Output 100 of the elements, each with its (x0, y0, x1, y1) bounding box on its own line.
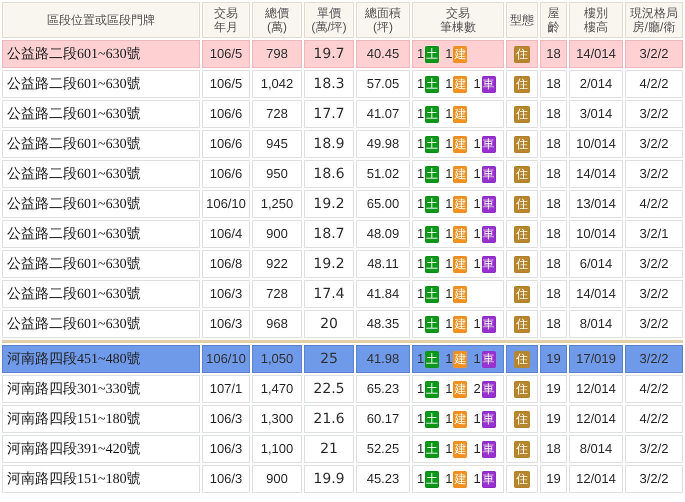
parcel-count: 1 (445, 315, 452, 334)
parcel-count: 1 (417, 285, 424, 304)
table-cell: 18 (540, 220, 567, 248)
table-cell: 18 (540, 70, 567, 98)
table-cell: 728 (252, 100, 302, 128)
type-badge: 住 (514, 166, 530, 184)
parcel-count: 1 (417, 350, 424, 368)
parcel-count: 1 (445, 350, 452, 368)
table-cell: 18.3 (304, 70, 354, 98)
table-row[interactable]: 河南路四段391~420號 106/3 1,100 21 52.25 1土 1 建 1車 住 18 8/014 3/2/2 (2, 435, 683, 463)
column-label: 交易 (213, 6, 239, 20)
table-row[interactable]: 公益路二段601~630號 106/6 945 18.9 49.98 1土 1 建 1車 住 18 10/014 3/2/2 (2, 130, 683, 158)
parcel-count: 1 (473, 75, 481, 94)
table-cell: 19 (540, 375, 567, 403)
parcel-badge: 車 (482, 411, 496, 428)
table-cell: 3/2/2 (625, 345, 683, 373)
type-badge: 住 (514, 136, 530, 154)
parcel-count: 1 (417, 255, 424, 274)
table-row[interactable]: 公益路二段601~630號 106/3 728 17.4 41.84 1土 1 建 住 18 14/014 3/2/2 (2, 280, 683, 308)
table-cell: 3/014 (569, 100, 623, 128)
parcel-count: 1 (445, 285, 452, 304)
column-label: (萬/坪) (310, 20, 348, 34)
type-badge: 住 (514, 256, 530, 274)
table-cell: 18 (540, 100, 567, 128)
table-row[interactable]: 公益路二段601~630號 106/3 968 20 48.35 1土 1 建 1車 住 18 8/014 3/2/2 (2, 310, 683, 338)
table-row[interactable]: 公益路二段601~630號 106/10 1,250 19.2 65.00 1土 1 建 1車 住 18 13/014 4/2/2 (2, 190, 683, 218)
table-cell: 8/014 (569, 310, 623, 338)
parcel-count: 1 (473, 165, 481, 184)
parcel-badge: 土 (425, 381, 440, 398)
column-label: 屋 (546, 6, 560, 20)
table-cell: 950 (252, 160, 302, 188)
column-label: 交易 (445, 6, 471, 20)
table-cell: 3/2/2 (625, 40, 683, 68)
parcel-badge: 土 (425, 166, 440, 184)
table-row[interactable]: 公益路二段601~630號 106/4 900 18.7 48.09 1土 1 建 1車 住 18 10/014 3/2/1 (2, 220, 683, 248)
table-cell: 19.9 (304, 465, 354, 493)
parcel-badge: 建 (453, 46, 468, 64)
address-cell: 公益路二段601~630號 (2, 100, 200, 128)
type-badge: 住 (514, 411, 530, 428)
table-row[interactable]: 公益路二段601~630號 106/8 922 19.2 48.11 1土 1 建 1車 住 18 6/014 3/2/2 (2, 250, 683, 278)
parcel-count: 1 (445, 225, 452, 244)
table-cell: 106/3 (202, 310, 250, 338)
table-cell: 1,100 (252, 435, 302, 463)
type-badge: 住 (514, 316, 530, 334)
parcel-badge: 車 (482, 226, 496, 244)
column-label: 單價 (316, 6, 342, 20)
parcel-count: 1 (445, 75, 452, 94)
type-badge: 住 (514, 196, 530, 214)
parcel-badge: 建 (453, 256, 468, 274)
table-cell: 900 (252, 220, 302, 248)
address-cell: 河南路四段151~180號 (2, 465, 200, 493)
parcel-badge: 建 (453, 226, 468, 244)
column-label: (坪) (372, 20, 394, 34)
parcel-count: 1 (445, 165, 452, 184)
table-cell: 945 (252, 130, 302, 158)
parcel-badge: 土 (425, 256, 440, 274)
parcel-count: 1 (445, 135, 452, 154)
parcel-badge: 車 (482, 471, 496, 488)
type-badge: 住 (514, 351, 530, 368)
parcel-badge: 建 (453, 136, 468, 154)
parcel-badge: 車 (482, 441, 496, 458)
table-cell: 3/2/2 (625, 160, 683, 188)
table-cell: 107/1 (202, 375, 250, 403)
table-row[interactable]: 公益路二段601~630號 106/6 728 17.7 41.07 1土 1 建 住 18 3/014 3/2/2 (2, 100, 683, 128)
type-badge: 住 (514, 441, 530, 458)
table-cell: 49.98 (356, 130, 410, 158)
table-cell: 798 (252, 40, 302, 68)
table-row[interactable]: 河南路四段151~180號 106/3 1,300 21.6 60.17 1土 1 建 1車 住 19 12/014 4/2/2 (2, 405, 683, 433)
table-row[interactable]: 河南路四段301~330號 107/1 1,470 22.5 65.23 1土 1 建 2車 住 19 12/014 4/2/2 (2, 375, 683, 403)
parcel-badge: 車 (482, 136, 496, 154)
parcel-count: 1 (473, 255, 481, 274)
column-label: 年月 (213, 20, 239, 34)
parcel-count: 1 (473, 195, 481, 214)
parcel-count: 1 (473, 315, 481, 334)
table-cell: 106/10 (202, 190, 250, 218)
table-cell: 3/2/2 (625, 280, 683, 308)
type-badge: 住 (514, 381, 530, 398)
table-cell: 18 (540, 280, 567, 308)
table-cell: 3/2/2 (625, 100, 683, 128)
address-cell: 河南路四段301~330號 (2, 375, 200, 403)
parcel-badge: 建 (453, 411, 468, 428)
table-cell: 12/014 (569, 375, 623, 403)
table-row[interactable]: 公益路二段601~630號 106/6 950 18.6 51.02 1土 1 建 1車 住 18 14/014 3/2/2 (2, 160, 683, 188)
table-cell: 40.45 (356, 40, 410, 68)
table-cell: 51.02 (356, 160, 410, 188)
table-row[interactable]: 河南路四段151~180號 106/3 900 19.9 45.23 1土 1 建 1車 住 19 12/014 3/2/2 (2, 465, 683, 493)
parcel-count: 1 (473, 135, 481, 154)
table-cell: 4/2/2 (625, 375, 683, 403)
table-cell: 1,300 (252, 405, 302, 433)
table-cell: 65.23 (356, 375, 410, 403)
parcel-count: 1 (445, 380, 452, 398)
table-cell: 21.6 (304, 405, 354, 433)
table-row[interactable]: 河南路四段451~480號 106/10 1,050 25 41.98 1土 1 建 1車 住 19 17/019 3/2/2 (2, 345, 683, 373)
table-cell: 21 (304, 435, 354, 463)
table-cell: 18 (540, 190, 567, 218)
table-cell: 14/014 (569, 280, 623, 308)
table-row[interactable]: 公益路二段601~630號 106/5 798 19.7 40.45 1土 1 建 住 18 14/014 3/2/2 (2, 40, 683, 68)
table-cell: 106/6 (202, 130, 250, 158)
table-row[interactable]: 公益路二段601~630號 106/5 1,042 18.3 57.05 1土 1 建 1車 住 18 2/014 4/2/2 (2, 70, 683, 98)
parcel-badge: 建 (453, 196, 468, 214)
